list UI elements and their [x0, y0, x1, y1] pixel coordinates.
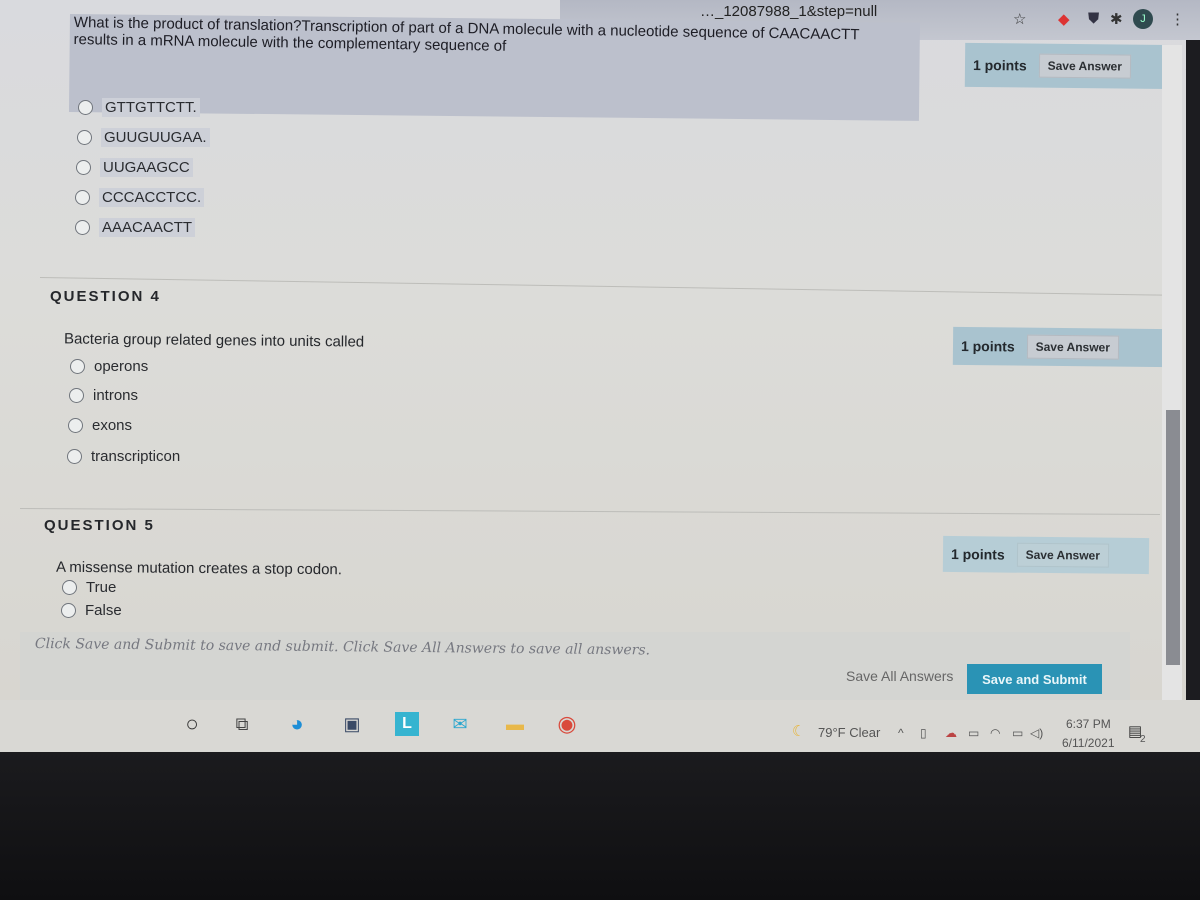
- option[interactable]: UUGAAGCC: [76, 158, 193, 177]
- question-3-points-box: 1 points Save Answer: [964, 42, 1182, 90]
- question-4-points-box: 1 points Save Answer: [952, 326, 1170, 368]
- option-label: CCCACCTCC.: [99, 188, 205, 207]
- option-label: transcripticon: [91, 448, 181, 465]
- monitor-bezel: [0, 752, 1200, 900]
- extension-red-icon[interactable]: ◆: [1058, 10, 1070, 28]
- option[interactable]: GUUGUUGAA.: [77, 128, 210, 147]
- menu-dots-icon[interactable]: ⋮: [1170, 10, 1185, 28]
- star-icon[interactable]: ☆: [1013, 10, 1026, 28]
- option-label: GTTGTTCTT.: [102, 98, 200, 117]
- puzzle-icon[interactable]: ✱: [1110, 10, 1123, 28]
- save-all-answers-button[interactable]: Save All Answers: [846, 668, 953, 684]
- file-explorer-icon[interactable]: ▬: [503, 712, 527, 736]
- radio-button[interactable]: [77, 130, 92, 145]
- question-5-heading: QUESTION 5: [44, 517, 155, 534]
- radio-button[interactable]: [67, 449, 82, 464]
- shield-icon[interactable]: ⛊: [1088, 10, 1099, 27]
- option-label: GUUGUUGAA.: [101, 128, 210, 147]
- save-answer-button[interactable]: Save Answer: [1016, 542, 1110, 568]
- option[interactable]: True: [62, 579, 116, 596]
- edge-icon[interactable]: ◕: [285, 711, 309, 736]
- option[interactable]: CCCACCTCC.: [75, 188, 205, 207]
- meet-icon[interactable]: ▯: [920, 726, 927, 740]
- option[interactable]: exons: [68, 417, 132, 434]
- radio-button[interactable]: [70, 359, 85, 374]
- save-and-submit-button[interactable]: Save and Submit: [967, 664, 1102, 694]
- option[interactable]: False: [61, 602, 122, 619]
- browser-screen: …_12087988_1&step=null ☆ ◆ ⛊ ✱ J ⋮ What …: [0, 0, 1200, 752]
- option-label: True: [86, 579, 117, 596]
- task-view-icon[interactable]: ⧉: [230, 712, 254, 736]
- url-text[interactable]: …_12087988_1&step=null: [700, 3, 877, 20]
- display-icon[interactable]: ▭: [968, 726, 979, 740]
- weather-moon-icon[interactable]: ☾: [792, 722, 805, 740]
- l-app-icon[interactable]: L: [395, 712, 419, 736]
- option[interactable]: transcripticon: [67, 448, 180, 465]
- option[interactable]: GTTGTTCTT.: [78, 98, 200, 117]
- question-5-text: A missense mutation creates a stop codon…: [55, 558, 343, 579]
- option-label: operons: [94, 358, 149, 375]
- battery-icon[interactable]: ▭: [1012, 726, 1023, 740]
- mail-icon[interactable]: ✉: [448, 712, 472, 736]
- radio-button[interactable]: [75, 220, 90, 235]
- divider: [19, 508, 1160, 515]
- option-label: AAACAACTT: [99, 218, 196, 237]
- clock-date[interactable]: 6/11/2021: [1062, 736, 1115, 750]
- divider: [39, 277, 1165, 296]
- profile-avatar[interactable]: J: [1133, 9, 1153, 29]
- chevron-up-icon[interactable]: ^: [898, 726, 904, 740]
- option[interactable]: introns: [69, 387, 138, 404]
- option-label: introns: [93, 387, 139, 404]
- radio-button[interactable]: [76, 160, 91, 175]
- search-circle-icon[interactable]: ○: [180, 711, 204, 736]
- radio-button[interactable]: [75, 190, 90, 205]
- points-label: 1 points: [972, 56, 1027, 74]
- points-label: 1 points: [960, 337, 1015, 355]
- radio-button[interactable]: [62, 580, 77, 595]
- chrome-icon[interactable]: ◉: [555, 711, 579, 736]
- question-5-points-box: 1 points Save Answer: [942, 535, 1150, 575]
- clock-time[interactable]: 6:37 PM: [1066, 717, 1111, 731]
- store-icon[interactable]: ▣: [340, 712, 364, 736]
- radio-button[interactable]: [78, 100, 93, 115]
- question-4-heading: QUESTION 4: [50, 288, 161, 305]
- volume-icon[interactable]: ◁): [1030, 726, 1043, 740]
- wifi-icon[interactable]: ◠: [990, 726, 1000, 740]
- save-answer-button[interactable]: Save Answer: [1038, 53, 1132, 79]
- save-answer-button[interactable]: Save Answer: [1026, 334, 1120, 360]
- option-label: exons: [92, 417, 133, 434]
- screen-edge: [1186, 40, 1200, 752]
- scrollbar-thumb[interactable]: [1166, 410, 1180, 665]
- option-label: UUGAAGCC: [100, 158, 193, 177]
- points-label: 1 points: [950, 546, 1005, 563]
- weather-text[interactable]: 79°F Clear: [818, 725, 880, 740]
- option[interactable]: operons: [70, 358, 148, 375]
- question-4-text: Bacteria group related genes into units …: [63, 330, 365, 351]
- radio-button[interactable]: [68, 418, 83, 433]
- option[interactable]: AAACAACTT: [75, 218, 196, 237]
- option-label: False: [85, 602, 122, 619]
- radio-button[interactable]: [61, 603, 76, 618]
- onedrive-error-icon[interactable]: ☁: [945, 726, 957, 740]
- radio-button[interactable]: [69, 388, 84, 403]
- notification-count: 2: [1140, 734, 1146, 745]
